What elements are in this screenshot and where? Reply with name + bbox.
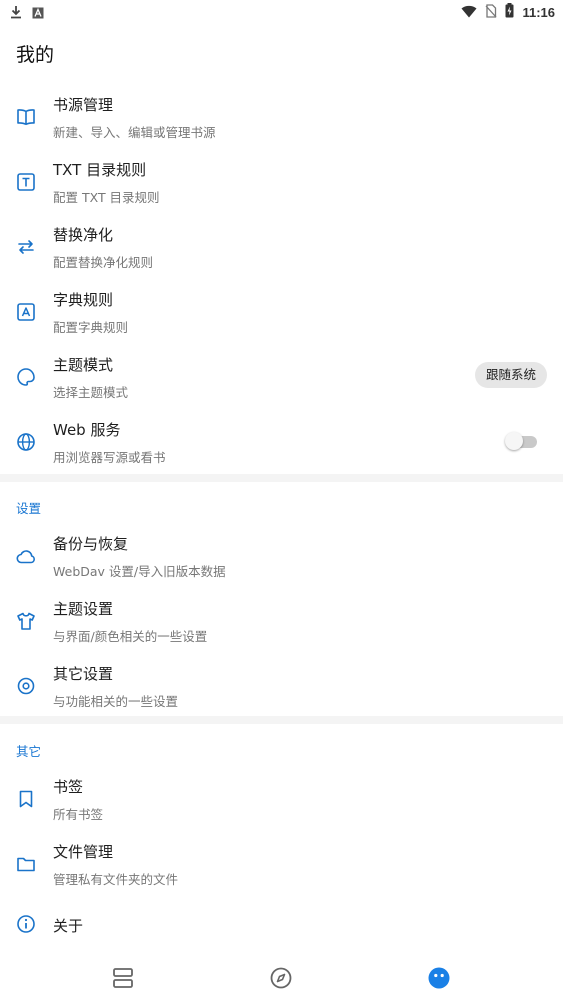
web-service-item[interactable]: Web 服务 用浏览器写源或看书 [0, 411, 563, 476]
a-notification-icon [32, 4, 44, 23]
file-manager-item[interactable]: 文件管理 管理私有文件夹的文件 [0, 833, 563, 898]
other-section-label: 其它 [16, 744, 42, 759]
theme-settings-item[interactable]: 主题设置 与界面/颜色相关的一些设置 [0, 590, 563, 655]
status-bar: 11:16 [0, 0, 563, 24]
page-title: 我的 [16, 44, 55, 66]
item-title: TXT 目录规则 [53, 161, 147, 179]
item-title: 书签 [53, 778, 84, 796]
battery-charging-icon [505, 3, 514, 22]
item-subtitle: WebDav 设置/导入旧版本数据 [53, 564, 226, 579]
item-title: 字典规则 [53, 291, 114, 309]
item-subtitle: 配置替换净化规则 [53, 255, 154, 270]
item-subtitle: 配置字典规则 [53, 320, 129, 335]
web-service-toggle[interactable] [505, 432, 537, 450]
book-open-icon [15, 106, 37, 128]
bottom-nav [0, 952, 563, 1002]
bookshelf-icon[interactable] [110, 965, 136, 991]
settings-section-label: 设置 [16, 501, 42, 516]
backup-restore-item[interactable]: 备份与恢复 WebDav 设置/导入旧版本数据 [0, 525, 563, 590]
item-subtitle: 新建、导入、编辑或管理书源 [53, 125, 216, 140]
item-title: 替换净化 [53, 226, 114, 244]
item-title: 主题模式 [53, 356, 114, 374]
item-title: 关于 [53, 917, 84, 935]
item-title: 主题设置 [53, 600, 114, 618]
compass-icon[interactable] [268, 965, 294, 991]
no-sim-icon [485, 3, 497, 22]
item-subtitle: 与功能相关的一些设置 [53, 694, 179, 709]
clock-time: 11:16 [522, 5, 555, 20]
folder-icon [15, 853, 37, 875]
book-source-item[interactable]: 书源管理 新建、导入、编辑或管理书源 [0, 86, 563, 151]
theme-mode-item[interactable]: 主题模式 选择主题模式 跟随系统 [0, 346, 563, 411]
settings-icon [15, 675, 37, 697]
item-subtitle: 管理私有文件夹的文件 [53, 872, 179, 887]
item-title: 文件管理 [53, 843, 114, 861]
my-face-icon[interactable] [426, 965, 452, 991]
item-subtitle: 选择主题模式 [53, 385, 129, 400]
dictionary-icon [15, 301, 37, 323]
bookmarks-item[interactable]: 书签 所有书签 [0, 768, 563, 833]
globe-icon [15, 431, 37, 453]
item-title: 备份与恢复 [53, 535, 129, 553]
txt-icon [15, 171, 37, 193]
download-icon [10, 4, 22, 23]
item-subtitle: 所有书签 [53, 807, 104, 822]
replace-icon [15, 236, 37, 258]
cloud-icon [15, 545, 37, 567]
theme-mode-chip[interactable]: 跟随系统 [474, 362, 547, 388]
other-settings-item[interactable]: 其它设置 与功能相关的一些设置 [0, 655, 563, 720]
item-subtitle: 与界面/颜色相关的一些设置 [53, 629, 208, 644]
theme-icon [15, 366, 37, 388]
section-divider [0, 716, 563, 724]
shirt-icon [15, 610, 37, 632]
wifi-icon [461, 3, 477, 22]
info-icon [15, 913, 37, 935]
item-title: Web 服务 [53, 421, 121, 439]
about-item[interactable]: 关于 [0, 892, 563, 952]
item-title: 书源管理 [53, 96, 114, 114]
section-divider [0, 474, 563, 482]
txt-toc-rules-item[interactable]: TXT 目录规则 配置 TXT 目录规则 [0, 151, 563, 216]
item-subtitle: 用浏览器写源或看书 [53, 450, 166, 465]
item-title: 其它设置 [53, 665, 114, 683]
dictionary-rules-item[interactable]: 字典规则 配置字典规则 [0, 281, 563, 346]
replace-purify-item[interactable]: 替换净化 配置替换净化规则 [0, 216, 563, 281]
bookmark-icon [15, 788, 37, 810]
toggle-thumb [505, 432, 523, 450]
item-subtitle: 配置 TXT 目录规则 [53, 190, 160, 205]
